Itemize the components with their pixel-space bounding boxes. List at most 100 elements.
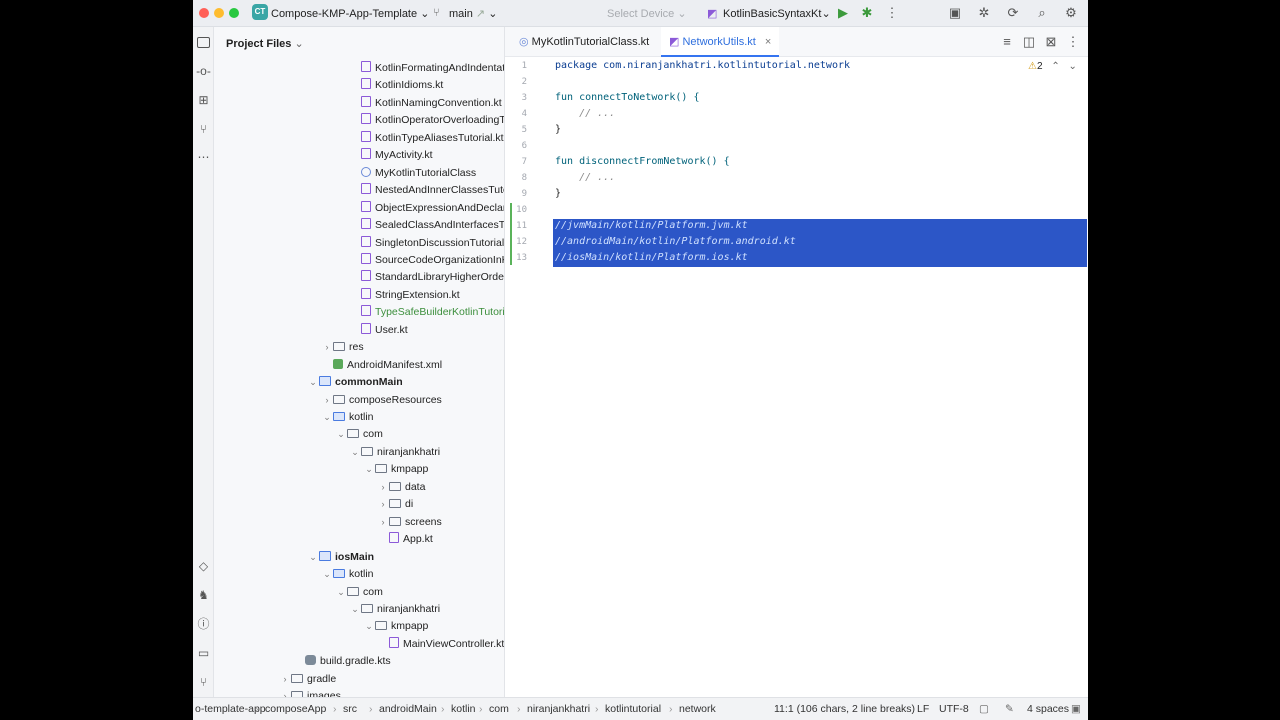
tree-item[interactable]: › di (377, 496, 414, 513)
breadcrumb-item[interactable]: androidMain (379, 703, 437, 715)
tree-item[interactable]: › composeResources (321, 392, 442, 409)
chevron-down-icon[interactable]: ⌄ (335, 426, 347, 443)
minimize-window-icon[interactable] (214, 8, 224, 18)
tree-item[interactable]: AndroidManifest.xml (321, 357, 442, 374)
prev-highlight-icon[interactable]: ⌃ (1051, 61, 1059, 72)
device-manager-icon[interactable]: ▣ (947, 5, 963, 21)
chevron-right-icon[interactable]: › (377, 496, 389, 513)
breadcrumb-item[interactable]: network (679, 703, 716, 715)
version-control-icon[interactable]: ⑂ (195, 674, 212, 691)
chevron-down-icon[interactable]: ⌄ (307, 374, 319, 391)
tree-item[interactable]: › gradle (279, 671, 337, 688)
caret-position[interactable]: 11:1 (106 chars, 2 line breaks) (774, 703, 915, 715)
chevron-down-icon[interactable]: ⌄ (363, 461, 375, 478)
settings-gear-icon[interactable]: ⚙ (1063, 5, 1079, 21)
chevron-right-icon[interactable]: › (377, 514, 389, 531)
chevron-down-icon[interactable]: ⌄ (335, 584, 347, 601)
reader-mode-icon[interactable]: ≡ (999, 34, 1015, 50)
structure-icon[interactable]: ⊞ (195, 92, 212, 109)
gradle-icon[interactable]: ✲ (976, 5, 992, 21)
tree-item[interactable]: KotlinOperatorOverloadingTuto (349, 112, 504, 129)
device-selector[interactable]: Select Device ⌄ (607, 7, 687, 20)
tree-item[interactable]: KotlinTypeAliasesTutorial.kt (349, 130, 504, 147)
code-line[interactable]: // ... (555, 172, 615, 183)
run-config-selector[interactable]: KotlinBasicSyntaxKt⌄ (723, 7, 831, 20)
tree-item[interactable]: ⌄ commonMain (307, 374, 403, 391)
line-separator[interactable]: LF (917, 703, 929, 715)
tree-item[interactable]: ⌄ kmpapp (363, 618, 428, 635)
tree-item[interactable]: ⌄ kotlin (321, 566, 373, 583)
tree-item[interactable]: ⌄ kotlin (321, 409, 373, 426)
project-switcher[interactable]: Compose-KMP-App-Template ⌄ (271, 7, 429, 20)
tree-item[interactable]: › data (377, 479, 426, 496)
pull-requests-icon[interactable]: ⑂ (195, 121, 212, 138)
tree-item[interactable]: KotlinNamingConvention.kt (349, 95, 502, 112)
file-encoding[interactable]: UTF-8 (939, 703, 969, 715)
breadcrumb-item[interactable]: com (489, 703, 509, 715)
project-badge[interactable]: CT (252, 4, 268, 20)
chevron-right-icon[interactable]: › (321, 339, 333, 356)
chevron-right-icon[interactable]: › (321, 392, 333, 409)
more-vertical-icon[interactable]: ⋮ (884, 5, 900, 21)
problems-icon[interactable]: ⓘ (195, 616, 212, 633)
tree-item[interactable]: › images (279, 688, 341, 697)
split-editor-icon[interactable]: ◫ (1021, 34, 1037, 50)
tree-item[interactable]: MyKotlinTutorialClass (349, 165, 476, 182)
chevron-down-icon[interactable]: ⌄ (363, 618, 375, 635)
lock-icon[interactable]: ▣ (1071, 703, 1081, 715)
chevron-right-icon[interactable]: › (279, 671, 291, 688)
project-view-selector[interactable]: Project Files ⌄ (226, 37, 304, 50)
code-line[interactable]: } (555, 124, 561, 135)
tree-item[interactable]: ⌄ iosMain (307, 549, 374, 566)
tree-item[interactable]: SingletonDiscussionTutorial.kt (349, 235, 504, 252)
tree-item[interactable]: SourceCodeOrganizationInKotl (349, 252, 504, 269)
chevron-down-icon[interactable]: ⌄ (307, 549, 319, 566)
breadcrumb-item[interactable]: composeApp (265, 703, 326, 715)
chevron-right-icon[interactable]: › (279, 688, 291, 697)
tree-item[interactable]: MainViewController.kt (377, 636, 504, 653)
tree-item[interactable]: ObjectExpressionAndDeclarati (349, 200, 504, 217)
tree-item[interactable]: SealedClassAndInterfacesTuto (349, 217, 504, 234)
inspection-widget[interactable]: ⚠2 ⌃ ⌄ (1028, 61, 1077, 72)
breadcrumb-item[interactable]: niranjankhatri (527, 703, 590, 715)
run-icon[interactable]: ▶ (835, 5, 851, 21)
code-style-icon[interactable]: ✎ (1005, 703, 1014, 715)
breadcrumb-item[interactable]: src (343, 703, 357, 715)
tree-item[interactable]: ⌄ com (335, 584, 383, 601)
terminal-icon[interactable]: ▭ (195, 645, 212, 662)
code-line[interactable]: //androidMain/kotlin/Platform.android.kt (555, 236, 796, 247)
close-tab-icon[interactable]: × (765, 36, 771, 48)
tab-networkutils[interactable]: ◩ NetworkUtils.kt × (661, 27, 780, 57)
tree-item[interactable]: KotlinFormatingAndIndentation (349, 60, 504, 77)
code-line[interactable]: //iosMain/kotlin/Platform.ios.kt (555, 252, 748, 263)
logcat-icon[interactable]: ♞ (195, 587, 212, 604)
search-icon[interactable]: ⌕ (1034, 5, 1050, 21)
close-window-icon[interactable] (199, 8, 209, 18)
commit-icon[interactable]: -o- (195, 63, 212, 80)
chevron-down-icon[interactable]: ⌄ (349, 444, 361, 461)
tree-item[interactable]: › res (321, 339, 364, 356)
code-line[interactable]: package com.niranjankhatri.kotlintutoria… (555, 60, 850, 71)
debug-icon[interactable]: ✱ (859, 5, 875, 21)
more-vertical-icon[interactable]: ⋮ (1065, 34, 1081, 50)
code-line[interactable]: //jvmMain/kotlin/Platform.jvm.kt (555, 220, 748, 231)
tree-item[interactable]: ⌄ niranjankhatri (349, 444, 440, 461)
chevron-right-icon[interactable]: › (377, 479, 389, 496)
breadcrumb-item[interactable]: kotlin (451, 703, 476, 715)
preview-icon[interactable]: ⊠ (1043, 34, 1059, 50)
more-tools-icon[interactable]: ⋯ (195, 149, 212, 166)
code-line[interactable]: // ... (555, 108, 615, 119)
readonly-lock-icon[interactable]: ▢ (979, 703, 989, 715)
tree-item[interactable]: › screens (377, 514, 442, 531)
tree-item[interactable]: User.kt (349, 322, 408, 339)
tree-item[interactable]: ⌄ com (335, 426, 383, 443)
chevron-down-icon[interactable]: ⌄ (321, 409, 333, 426)
tree-item[interactable]: ⌄ kmpapp (363, 461, 428, 478)
chevron-down-icon[interactable]: ⌄ (349, 601, 361, 618)
tree-item[interactable]: build.gradle.kts (293, 653, 391, 670)
next-highlight-icon[interactable]: ⌄ (1068, 61, 1076, 72)
tree-item[interactable]: TypeSafeBuilderKotlinTutorial. (349, 304, 504, 321)
tree-item[interactable]: KotlinIdioms.kt (349, 77, 443, 94)
zoom-window-icon[interactable] (229, 8, 239, 18)
tree-item[interactable]: StringExtension.kt (349, 287, 460, 304)
